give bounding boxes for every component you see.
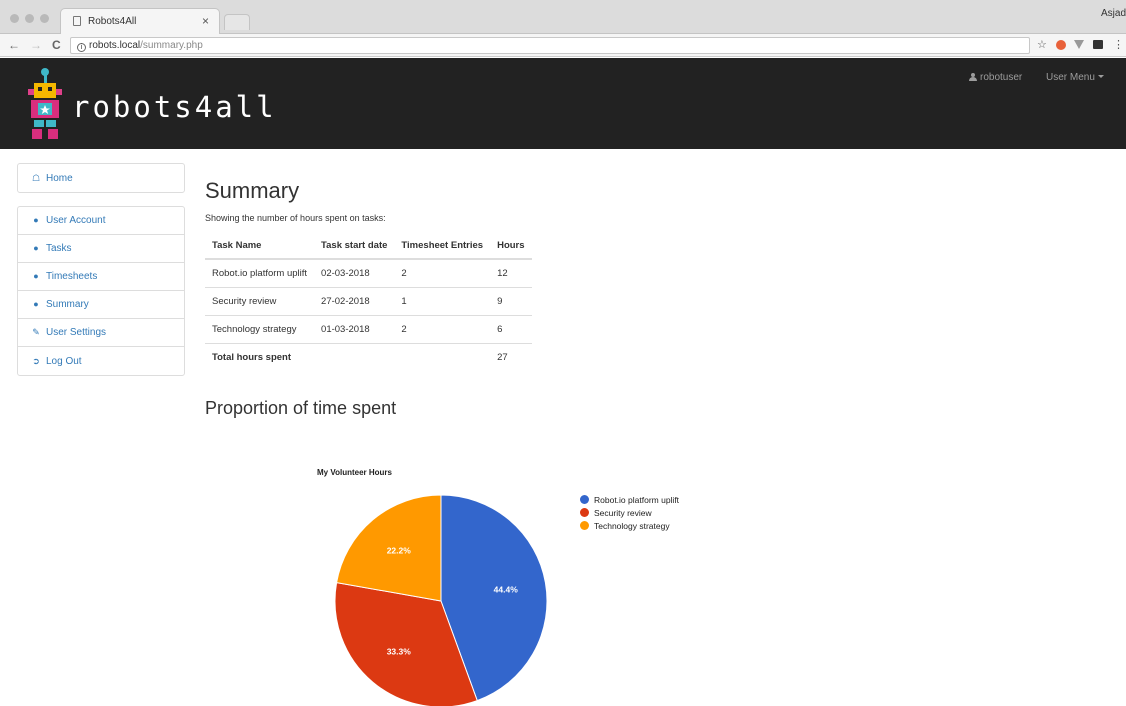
user-icon: ● <box>33 243 39 253</box>
task-entries-cell: 2 <box>394 314 491 343</box>
legend-label: Robot.io platform uplift <box>594 494 680 505</box>
sidebar-item-label: Timesheets <box>46 271 98 282</box>
task-name-cell: Technology strategy <box>205 314 315 343</box>
legend-label: Technology strategy <box>594 520 670 531</box>
sidebar-item-label: Home <box>46 172 73 184</box>
url-host: robots.local <box>89 40 141 51</box>
user-menu-label: User Menu <box>1046 72 1095 83</box>
zoom-window-button[interactable] <box>40 14 49 23</box>
minimize-window-button[interactable] <box>25 14 34 23</box>
sidebar-item-home[interactable]: ☖ Home <box>18 164 184 192</box>
section-title: Proportion of time spent <box>205 398 397 418</box>
summary-intro: Showing the number of hours spent on tas… <box>205 213 386 223</box>
chart-legend: Robot.io platform uplift Security review… <box>580 493 679 532</box>
sidebar-home-group: ☖ Home <box>17 163 185 193</box>
sidebar-item-label: User Account <box>46 215 106 226</box>
url-path: /summary.php <box>140 40 203 51</box>
column-header: Task Name <box>205 232 315 260</box>
sidebar-item-user-settings[interactable]: ✎ User Settings <box>18 319 184 347</box>
table-row: Technology strategy 01-03-2018 2 6 <box>205 314 532 343</box>
window-controls[interactable] <box>10 14 49 23</box>
browser-menu-icon[interactable]: ⋮ <box>1113 38 1124 51</box>
column-header: Hours <box>490 232 532 260</box>
address-bar[interactable]: i robots.local/summary.php <box>70 37 1030 54</box>
legend-label: Security review <box>594 507 652 518</box>
brand-name[interactable]: robots4all <box>72 90 277 124</box>
task-start-cell: 02-03-2018 <box>314 258 395 287</box>
table-header-row: Task Name Task start date Timesheet Entr… <box>205 232 532 260</box>
caret-down-icon <box>1097 75 1104 78</box>
task-start-cell: 01-03-2018 <box>314 314 395 343</box>
robot-logo-icon[interactable] <box>28 67 62 139</box>
browser-toolbar: ← → C i robots.local/summary.php ☆ ⋮ <box>0 34 1126 57</box>
legend-swatch <box>580 508 589 517</box>
table-row: Security review 27-02-2018 1 9 <box>205 286 532 315</box>
user-icon: ● <box>33 271 39 281</box>
task-hours-cell: 6 <box>490 314 532 343</box>
pie-chart: My Volunteer Hours 44.4% 33.3% 22.2% Robot… <box>300 460 720 706</box>
tab-title: Robots4All <box>88 16 137 27</box>
logout-icon: ➲ <box>32 355 40 366</box>
new-tab-button[interactable] <box>224 14 250 30</box>
user-icon: ● <box>33 299 39 309</box>
legend-item[interactable]: Robot.io platform uplift <box>580 493 679 506</box>
task-name-cell: Security review <box>205 286 315 315</box>
total-row: Total hours spent 27 <box>205 342 532 371</box>
extension-monitor-icon[interactable] <box>1093 40 1103 49</box>
browser-tab-bar: Robots4All × Asjad <box>0 0 1126 35</box>
total-hours: 27 <box>490 342 532 371</box>
username-link[interactable]: robotuser <box>969 72 1022 83</box>
edit-icon: ✎ <box>32 327 40 337</box>
extension-filter-icon[interactable] <box>1074 40 1084 49</box>
task-summary-table: Task Name Task start date Timesheet Entr… <box>205 232 532 371</box>
column-header: Timesheet Entries <box>394 232 491 260</box>
reload-icon[interactable]: C <box>52 38 61 52</box>
sidebar-item-label: User Settings <box>46 327 107 338</box>
sidebar-item-label: Summary <box>46 299 89 310</box>
sidebar-item-timesheets[interactable]: ● Timesheets <box>18 263 184 291</box>
extension-red-icon[interactable] <box>1056 40 1066 50</box>
page-title: Summary <box>205 178 300 203</box>
user-menu-dropdown[interactable]: User Menu <box>1046 72 1104 83</box>
tab-close-icon[interactable]: × <box>202 14 209 28</box>
task-start-cell: 27-02-2018 <box>314 286 395 315</box>
task-entries-cell: 2 <box>394 258 491 287</box>
legend-swatch <box>580 521 589 530</box>
pie-slice-label: 33.3% <box>387 646 412 656</box>
navbar: robots4all robotuser User Menu <box>0 58 1126 149</box>
forward-icon[interactable]: → <box>30 38 42 52</box>
legend-swatch <box>580 495 589 504</box>
task-hours-cell: 12 <box>490 258 532 287</box>
back-icon[interactable]: ← <box>8 38 20 52</box>
task-name-cell: Robot.io platform uplift <box>205 258 315 287</box>
close-window-button[interactable] <box>10 14 19 23</box>
home-icon: ☖ <box>31 172 41 183</box>
browser-tab[interactable]: Robots4All × <box>60 8 220 35</box>
total-label: Total hours spent <box>205 342 491 371</box>
bookmark-star-icon[interactable]: ☆ <box>1037 38 1047 51</box>
page-icon <box>73 16 81 26</box>
profile-name[interactable]: Asjad <box>1101 8 1126 19</box>
sidebar-item-user-account[interactable]: ● User Account <box>18 207 184 235</box>
pie-slice-label: 22.2% <box>387 546 412 556</box>
legend-item[interactable]: Technology strategy <box>580 519 679 532</box>
table-row: Robot.io platform uplift 02-03-2018 2 12 <box>205 258 532 287</box>
username-label: robotuser <box>980 72 1023 83</box>
sidebar-item-label: Tasks <box>46 243 72 254</box>
column-header: Task start date <box>314 232 395 260</box>
sidebar-item-tasks[interactable]: ● Tasks <box>18 235 184 263</box>
site-info-icon[interactable]: i <box>77 43 86 52</box>
sidebar-menu: ● User Account ● Tasks ● Timesheets ● Su… <box>17 206 185 376</box>
pie-slice-label: 44.4% <box>494 585 519 595</box>
task-entries-cell: 1 <box>394 286 491 315</box>
user-icon <box>969 73 977 81</box>
task-hours-cell: 9 <box>490 286 532 315</box>
user-icon: ● <box>33 215 39 225</box>
sidebar-item-label: Log Out <box>46 355 82 367</box>
legend-item[interactable]: Security review <box>580 506 679 519</box>
sidebar-item-log-out[interactable]: ➲ Log Out <box>18 347 184 375</box>
sidebar-item-summary[interactable]: ● Summary <box>18 291 184 319</box>
